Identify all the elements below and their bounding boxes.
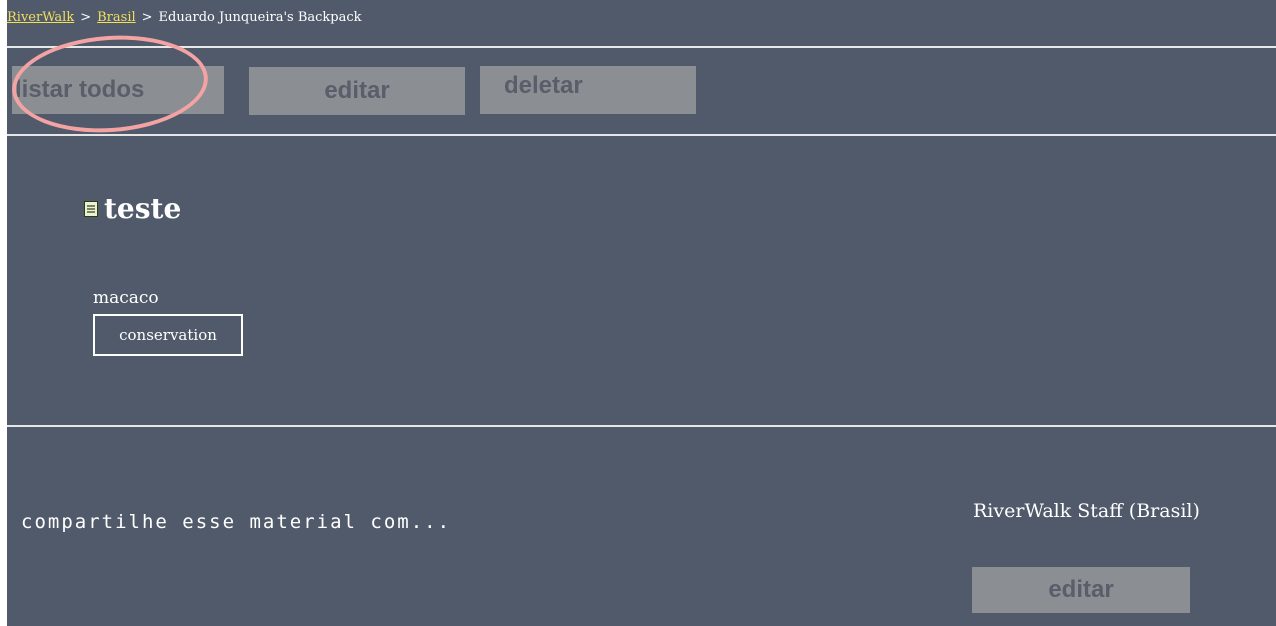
header-divider bbox=[7, 46, 1276, 48]
share-edit-button[interactable]: editar bbox=[972, 567, 1190, 613]
delete-button[interactable]: deletar bbox=[480, 66, 696, 114]
breadcrumb-current: Eduardo Junqueira's Backpack bbox=[158, 10, 362, 25]
shared-group: RiverWalk Staff (Brasil) bbox=[973, 500, 1200, 522]
page-frame: RiverWalk > Brasil > Eduardo Junqueira's… bbox=[7, 0, 1276, 626]
breadcrumb-link-brasil[interactable]: Brasil bbox=[97, 10, 136, 25]
item-title: teste bbox=[104, 192, 182, 225]
breadcrumb-separator: > bbox=[141, 10, 153, 25]
breadcrumb: RiverWalk > Brasil > Eduardo Junqueira's… bbox=[7, 0, 1276, 42]
share-label: compartilhe esse material com... bbox=[21, 511, 452, 533]
item-name: macaco bbox=[93, 288, 159, 308]
page-title: teste bbox=[84, 192, 181, 225]
content-divider bbox=[7, 425, 1276, 427]
tag-conservation[interactable]: conservation bbox=[93, 314, 243, 356]
document-icon bbox=[84, 200, 98, 217]
edit-button[interactable]: editar bbox=[249, 67, 465, 115]
breadcrumb-link-riverwalk[interactable]: RiverWalk bbox=[7, 10, 74, 25]
toolbar-divider bbox=[7, 134, 1276, 136]
list-all-button[interactable]: listar todos bbox=[12, 66, 224, 114]
breadcrumb-separator: > bbox=[80, 10, 92, 25]
